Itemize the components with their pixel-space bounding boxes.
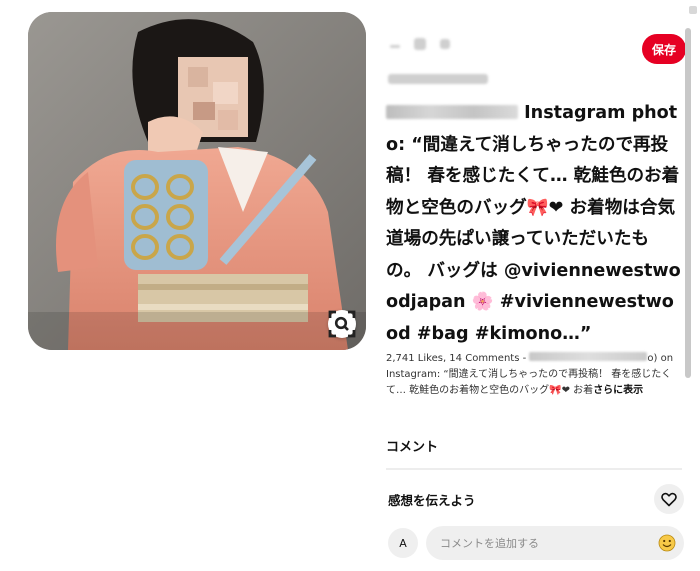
account-handle-redacted xyxy=(529,352,648,361)
more-icon[interactable] xyxy=(390,44,400,48)
description-stats: 2,741 Likes, 14 Comments - xyxy=(386,353,530,364)
pin-image[interactable] xyxy=(28,12,366,350)
reaction-row: 感想を伝えよう xyxy=(386,484,686,514)
pin-photo xyxy=(28,12,366,350)
react-button[interactable] xyxy=(654,484,684,514)
source-link-redacted[interactable] xyxy=(388,74,488,84)
show-more-link[interactable]: さらに表示 xyxy=(593,385,643,396)
description-handle-tail: o) on xyxy=(647,353,674,364)
account-name-redacted xyxy=(386,105,518,119)
scrollbar-thumb[interactable] xyxy=(685,28,691,378)
pin-details-panel: 保存 Instagram photo: “間違えて消しちゃったので再投稿！ 春を… xyxy=(386,28,686,571)
reaction-prompt: 感想を伝えよう xyxy=(388,493,476,508)
share-icon[interactable] xyxy=(414,38,426,50)
avatar[interactable]: A xyxy=(388,528,418,558)
scrollbar[interactable] xyxy=(684,28,692,548)
pin-title-text: Instagram photo: “間違えて消しちゃったので再投稿！ 春を感じた… xyxy=(386,103,681,344)
divider xyxy=(386,468,682,470)
visual-search-button[interactable] xyxy=(328,310,356,338)
emoji-button[interactable] xyxy=(658,534,676,552)
action-bar: 保存 xyxy=(386,28,686,68)
link-icon[interactable] xyxy=(440,39,450,49)
pin-title: Instagram photo: “間違えて消しちゃったので再投稿！ 春を感じた… xyxy=(386,98,684,350)
action-icons xyxy=(390,38,450,50)
save-button[interactable]: 保存 xyxy=(641,34,686,64)
comment-composer: A xyxy=(386,525,686,561)
comments-heading[interactable]: コメント xyxy=(386,436,438,455)
heart-icon xyxy=(661,492,677,506)
comment-input[interactable] xyxy=(426,526,684,560)
window-control xyxy=(689,6,697,14)
emoji-icon xyxy=(658,534,676,552)
visual-search-icon xyxy=(328,310,356,338)
pin-description: 2,741 Likes, 14 Comments - o) on Instagr… xyxy=(386,351,682,399)
